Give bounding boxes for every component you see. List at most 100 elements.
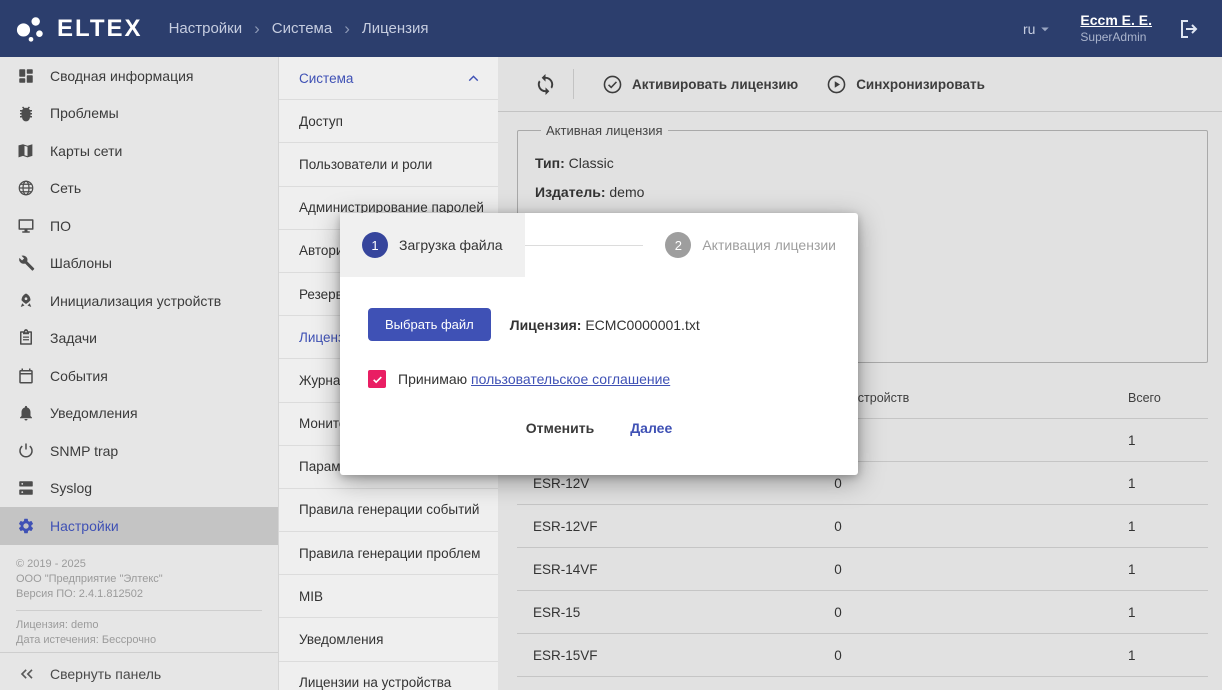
tasks-icon bbox=[17, 329, 35, 347]
submenu-item-device-licenses[interactable]: Лицензии на устройства bbox=[279, 662, 498, 690]
synchronize-button[interactable]: Синхронизировать bbox=[812, 74, 999, 95]
sidebar-item-label: Карты сети bbox=[50, 143, 122, 159]
sidebar-item-network[interactable]: Сеть bbox=[0, 170, 278, 208]
chevron-right-icon: › bbox=[254, 20, 260, 37]
submenu-item-label: Правила генерации событий bbox=[299, 502, 479, 517]
sidebar-item-device-init[interactable]: Инициализация устройств bbox=[0, 282, 278, 320]
submenu-item-mib[interactable]: MIB bbox=[279, 575, 498, 618]
sidebar-item-settings[interactable]: Настройки bbox=[0, 507, 278, 545]
device-model-cell: ESR-12VF bbox=[517, 519, 688, 534]
table-row[interactable]: ESR-14VF 0 1 bbox=[517, 548, 1208, 591]
double-chevron-left-icon bbox=[17, 664, 37, 684]
sidebar-item-software[interactable]: ПО bbox=[0, 207, 278, 245]
dialog-actions: Отменить Далее bbox=[368, 388, 830, 436]
choose-file-button[interactable]: Выбрать файл bbox=[368, 308, 491, 341]
submenu-section-system[interactable]: Система bbox=[279, 57, 498, 100]
stepper-connector bbox=[525, 245, 644, 246]
total-cell: 1 bbox=[988, 433, 1208, 448]
total-cell: 1 bbox=[988, 519, 1208, 534]
network-map-icon bbox=[17, 142, 35, 160]
sidebar-item-tasks[interactable]: Задачи bbox=[0, 320, 278, 358]
activated-cell: 0 bbox=[688, 605, 988, 620]
step-activate-license: 2 Активация лицензии bbox=[643, 213, 858, 277]
refresh-button[interactable] bbox=[534, 73, 557, 96]
submenu-section-label: Уведомления bbox=[299, 632, 383, 647]
table-row[interactable]: ESR-15VF 0 1 bbox=[517, 634, 1208, 677]
user-name: Eccm E. E. bbox=[1080, 12, 1152, 30]
submenu-section-notifications[interactable]: Уведомления bbox=[279, 618, 498, 661]
sidebar-item-summary[interactable]: Сводная информация bbox=[0, 57, 278, 95]
caret-down-icon bbox=[1036, 20, 1054, 38]
sidebar-item-label: Проблемы bbox=[50, 105, 119, 121]
user-menu[interactable]: Eccm E. E. SuperAdmin bbox=[1080, 12, 1152, 45]
bell-icon bbox=[17, 404, 35, 422]
license-publisher-value: demo bbox=[609, 184, 644, 200]
activated-cell: 0 bbox=[688, 519, 988, 534]
step-label: Загрузка файла bbox=[399, 237, 503, 253]
file-name-value: ECMC0000001.txt bbox=[585, 317, 699, 333]
agreement-checkbox[interactable] bbox=[368, 370, 386, 388]
agreement-row: Принимаю пользовательское соглашение bbox=[368, 370, 830, 388]
sidebar-item-problems[interactable]: Проблемы bbox=[0, 95, 278, 133]
synchronize-label: Синхронизировать bbox=[856, 77, 985, 92]
toolbar-divider bbox=[573, 69, 574, 99]
license-type-field: Тип: Classic bbox=[535, 155, 1191, 171]
chevron-right-icon: › bbox=[344, 20, 350, 37]
file-field-label: Лицензия: bbox=[510, 317, 582, 333]
file-row: Выбрать файл Лицензия: ECMC0000001.txt bbox=[368, 308, 830, 341]
agreement-prefix: Принимаю bbox=[398, 371, 467, 387]
submenu-item-label: Лицензии на устройства bbox=[299, 675, 451, 690]
submenu-item-event-rules[interactable]: Правила генерации событий bbox=[279, 489, 498, 532]
sidebar-footer: © 2019 - 2025 ООО "Предприятие "Элтекс" … bbox=[0, 545, 278, 653]
company-name: ООО "Предприятие "Элтекс" bbox=[16, 572, 262, 587]
calendar-icon bbox=[17, 367, 35, 385]
breadcrumb-system[interactable]: Система bbox=[272, 20, 332, 37]
globe-icon bbox=[17, 179, 35, 197]
software-version: Версия ПО: 2.4.1.812502 bbox=[16, 587, 262, 602]
sidebar-item-label: Задачи bbox=[50, 330, 97, 346]
submenu-item-access[interactable]: Доступ bbox=[279, 100, 498, 143]
bug-icon bbox=[17, 104, 35, 122]
sidebar-item-label: ПО bbox=[50, 218, 71, 234]
device-init-icon bbox=[17, 292, 35, 310]
collapse-panel-label: Свернуть панель bbox=[50, 666, 161, 682]
dashboard-icon bbox=[17, 67, 35, 85]
sidebar-item-syslog[interactable]: Syslog bbox=[0, 470, 278, 508]
activated-cell: 0 bbox=[688, 476, 988, 491]
cancel-button[interactable]: Отменить bbox=[526, 420, 594, 436]
step-number-badge: 2 bbox=[665, 232, 691, 258]
total-cell: 1 bbox=[988, 476, 1208, 491]
sidebar-item-events[interactable]: События bbox=[0, 357, 278, 395]
breadcrumb-settings[interactable]: Настройки bbox=[169, 20, 243, 37]
next-button[interactable]: Далее bbox=[630, 420, 672, 436]
logout-icon[interactable] bbox=[1178, 17, 1202, 41]
header-right: ru Eccm E. E. SuperAdmin bbox=[1023, 12, 1222, 45]
chevron-up-icon bbox=[465, 70, 482, 87]
submenu-item-label: Пользователи и роли bbox=[299, 157, 432, 172]
device-model-cell: ESR-12V bbox=[517, 476, 688, 491]
gear-icon bbox=[17, 517, 35, 535]
dialog-body: Выбрать файл Лицензия: ECMC0000001.txt П… bbox=[340, 277, 858, 436]
sidebar-item-templates[interactable]: Шаблоны bbox=[0, 245, 278, 283]
sidebar-item-snmp-trap[interactable]: SNMP trap bbox=[0, 432, 278, 470]
sidebar-item-network-maps[interactable]: Карты сети bbox=[0, 132, 278, 170]
total-column-header: Всего bbox=[988, 391, 1208, 405]
device-model-cell: ESR-14VF bbox=[517, 562, 688, 577]
sidebar-item-notifications[interactable]: Уведомления bbox=[0, 395, 278, 433]
language-selector[interactable]: ru bbox=[1023, 20, 1054, 38]
sidebar-item-label: Сеть bbox=[50, 180, 81, 196]
activate-license-button[interactable]: Активировать лицензию bbox=[588, 74, 812, 95]
agreement-link[interactable]: пользовательское соглашение bbox=[471, 371, 670, 387]
activate-license-label: Активировать лицензию bbox=[632, 77, 798, 92]
active-license-legend: Активная лицензия bbox=[541, 123, 668, 138]
license-type-value: Classic bbox=[569, 155, 614, 171]
play-circle-icon bbox=[826, 74, 847, 95]
collapse-panel-button[interactable]: Свернуть панель bbox=[0, 652, 278, 690]
device-model-cell: ESR-15VF bbox=[517, 648, 688, 663]
sidebar-item-label: Настройки bbox=[50, 518, 119, 534]
table-row[interactable]: ESR-15 0 1 bbox=[517, 591, 1208, 634]
submenu-item-problem-rules[interactable]: Правила генерации проблем bbox=[279, 532, 498, 575]
eltex-logo[interactable]: ELTEX bbox=[0, 14, 169, 44]
table-row[interactable]: ESR-12VF 0 1 bbox=[517, 505, 1208, 548]
submenu-item-users-roles[interactable]: Пользователи и роли bbox=[279, 143, 498, 186]
